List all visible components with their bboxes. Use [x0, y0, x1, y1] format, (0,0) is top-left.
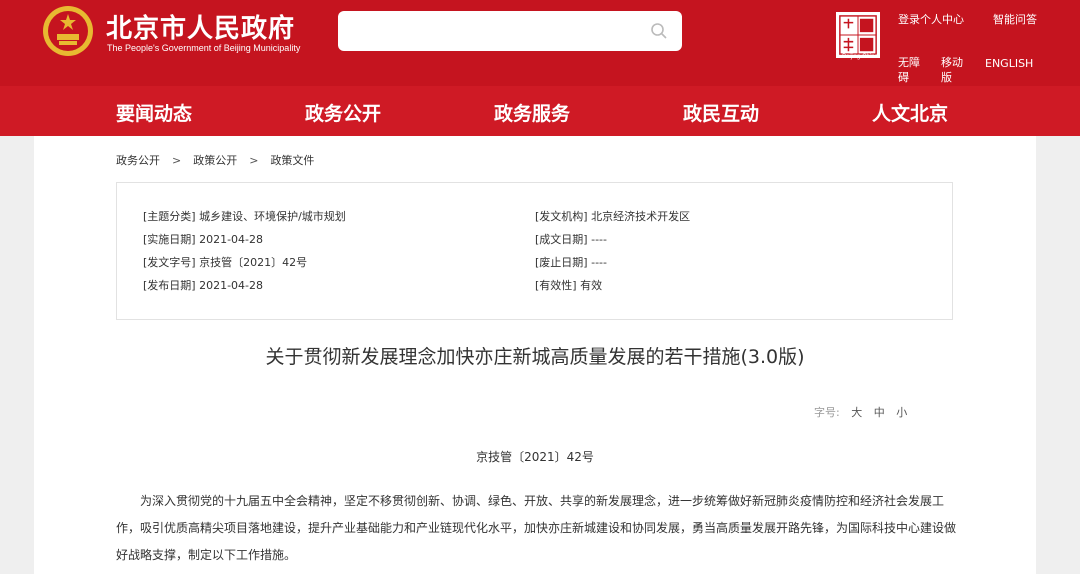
mobile-link[interactable]: 移动版 — [941, 55, 967, 85]
nav-gov-affairs[interactable]: 政务公开 — [305, 99, 381, 126]
font-size-control: 字号: 大 中 小 — [814, 404, 907, 420]
info-value: ---- — [591, 256, 607, 269]
nav-culture[interactable]: 人文北京 — [872, 99, 948, 126]
font-medium-button[interactable]: 中 — [874, 406, 885, 419]
info-abolish-date: [废止日期] ---- — [535, 254, 607, 270]
national-emblem-icon — [43, 6, 93, 56]
info-label: [发文机构] — [535, 210, 588, 223]
english-link[interactable]: ENGLISH — [985, 56, 1033, 71]
breadcrumb-item[interactable]: 政策公开 — [193, 154, 237, 167]
login-link[interactable]: 登录个人中心 — [898, 12, 964, 27]
breadcrumb-item[interactable]: 政务公开 — [116, 154, 160, 167]
info-label: [有效性] — [535, 279, 577, 292]
info-value: 有效 — [580, 279, 603, 292]
breadcrumb: 政务公开 > 政策公开 > 政策文件 — [116, 152, 314, 168]
info-label: [主题分类] — [143, 210, 196, 223]
seal-caption: Beijing·China — [842, 54, 878, 60]
info-effective-date: [实施日期] 2021-04-28 — [143, 231, 263, 247]
document-title: 关于贯彻新发展理念加快亦庄新城高质量发展的若干措施(3.0版) — [265, 346, 805, 368]
document-info-box: [主题分类] 城乡建设、环境保护/城市规划 [实施日期] 2021-04-28 … — [116, 182, 953, 320]
info-validity: [有效性] 有效 — [535, 277, 602, 293]
header-bar: 北京市人民政府 The People's Government of Beiji… — [0, 0, 1080, 86]
search-input[interactable] — [338, 11, 682, 51]
info-topic: [主题分类] 城乡建设、环境保护/城市规划 — [143, 208, 346, 224]
content-panel: 政务公开 > 政策公开 > 政策文件 [主题分类] 城乡建设、环境保护/城市规划 [实施… — [34, 136, 1036, 574]
info-label: [实施日期] — [143, 233, 196, 246]
document-number: 京技管〔2021〕42号 — [476, 450, 594, 464]
font-size-label: 字号: — [814, 406, 840, 419]
info-drafted-date: [成文日期] ---- — [535, 231, 607, 247]
info-label: [成文日期] — [535, 233, 588, 246]
breadcrumb-item[interactable]: 政策文件 — [270, 154, 314, 167]
font-large-button[interactable]: 大 — [851, 406, 862, 419]
info-label: [废止日期] — [535, 256, 588, 269]
main-nav: 要闻动态 政务公开 政务服务 政民互动 人文北京 — [0, 86, 1080, 136]
info-value: 京技管〔2021〕42号 — [199, 256, 308, 269]
info-value: 2021-04-28 — [199, 279, 264, 292]
site-subtitle: The People's Government of Beijing Munic… — [107, 43, 301, 53]
nav-interaction[interactable]: 政民互动 — [683, 99, 759, 126]
info-label: [发布日期] — [143, 279, 196, 292]
breadcrumb-separator: > — [172, 154, 182, 167]
smart-qa-link[interactable]: 智能问答 — [993, 12, 1037, 27]
info-label: [发文字号] — [143, 256, 196, 269]
nav-news[interactable]: 要闻动态 — [116, 99, 192, 126]
info-value: 北京经济技术开发区 — [591, 210, 691, 223]
info-issuer: [发文机构] 北京经济技术开发区 — [535, 208, 690, 224]
capital-seal-logo[interactable] — [836, 12, 880, 58]
accessibility-link[interactable]: 无障碍 — [898, 55, 924, 85]
info-value: ---- — [591, 233, 607, 246]
info-publish-date: [发布日期] 2021-04-28 — [143, 277, 263, 293]
info-doc-number: [发文字号] 京技管〔2021〕42号 — [143, 254, 307, 270]
document-paragraph: 为深入贯彻党的十九届五中全会精神，坚定不移贯彻创新、协调、绿色、开放、共享的新发… — [116, 494, 957, 562]
nav-gov-services[interactable]: 政务服务 — [494, 99, 570, 126]
site-title[interactable]: 北京市人民政府 — [106, 8, 295, 45]
info-value: 2021-04-28 — [199, 233, 264, 246]
search-icon[interactable] — [650, 22, 668, 40]
info-value: 城乡建设、环境保护/城市规划 — [199, 210, 346, 223]
font-small-button[interactable]: 小 — [896, 406, 907, 419]
breadcrumb-separator: > — [249, 154, 259, 167]
